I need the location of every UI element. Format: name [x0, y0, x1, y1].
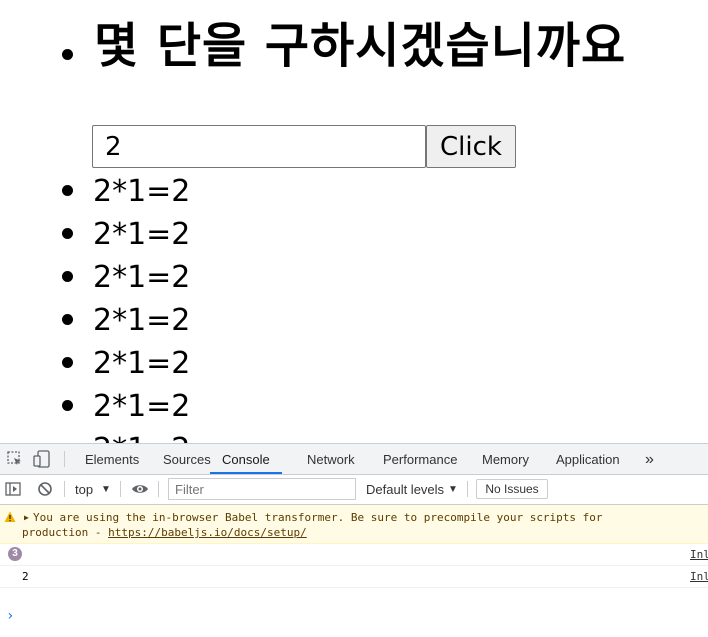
- list-bullet: [62, 228, 73, 239]
- page-viewport: 몇 단을 구하시겠습니까요 Click 2*1=2 2*1=2 2*1=2 2*…: [0, 0, 708, 443]
- clear-console-icon[interactable]: [36, 480, 54, 498]
- list-item-text: 2*1=2: [93, 428, 190, 443]
- list-item: 2*1=2: [62, 428, 462, 443]
- list-item: 2*1=2: [62, 213, 462, 256]
- tab-elements[interactable]: Elements: [85, 444, 139, 474]
- warning-icon: [4, 511, 16, 523]
- warning-prefix: production -: [22, 526, 109, 539]
- list-item-text: 2*1=2: [93, 260, 191, 295]
- toolbar-divider: [64, 481, 65, 497]
- list-item: 2*1=2: [62, 256, 462, 299]
- list-item: 2*1=2: [62, 342, 462, 385]
- sidebar-toggle-icon[interactable]: [4, 480, 22, 498]
- toolbar-divider: [158, 481, 159, 497]
- list-item-text: 2*1=2: [93, 174, 191, 209]
- toolbar-divider: [120, 481, 121, 497]
- log-value: 2: [22, 570, 29, 583]
- filter-input[interactable]: [168, 478, 356, 500]
- chevron-down-icon: ▼: [101, 484, 111, 495]
- console-log-message: 2 Inl: [0, 566, 708, 588]
- warning-text-line2: production - https://babeljs.io/docs/set…: [22, 525, 307, 540]
- list-item-text: 2*1=2: [93, 346, 191, 381]
- page-heading: 몇 단을 구하시겠습니까요: [94, 18, 627, 74]
- list-item-text: 2*1=2: [93, 389, 191, 424]
- console-group-message: 3 Inl: [0, 544, 708, 566]
- warning-text: You are using the in-browser Babel trans…: [33, 511, 603, 524]
- device-toolbar-icon[interactable]: [33, 450, 51, 468]
- tab-performance[interactable]: Performance: [383, 444, 457, 474]
- more-tabs-button[interactable]: »: [645, 444, 654, 474]
- list-item: 2*1=2: [62, 299, 462, 342]
- console-messages: ▶ You are using the in-browser Babel tra…: [0, 505, 708, 624]
- expand-triangle-icon[interactable]: ▶: [24, 513, 29, 522]
- list-item-text: 2*1=2: [93, 217, 191, 252]
- list-bullet: [62, 185, 73, 196]
- devtools-panel: Elements Sources Console Network Perform…: [0, 443, 708, 637]
- source-link[interactable]: Inl: [690, 570, 708, 583]
- context-selector[interactable]: top: [75, 482, 93, 497]
- inspect-element-icon[interactable]: [6, 450, 24, 468]
- toolbar-divider: [64, 451, 65, 467]
- list-item: 2*1=2: [62, 170, 462, 213]
- dan-input[interactable]: [92, 125, 426, 168]
- log-levels-dropdown[interactable]: Default levels: [366, 482, 444, 497]
- tab-application[interactable]: Application: [556, 444, 620, 474]
- devtools-tab-bar: Elements Sources Console Network Perform…: [0, 444, 708, 475]
- list-bullet: [62, 314, 73, 325]
- tab-memory[interactable]: Memory: [482, 444, 529, 474]
- tab-network[interactable]: Network: [307, 444, 355, 474]
- list-item: 2*1=2: [62, 385, 462, 428]
- repeat-count-badge: 3: [8, 547, 22, 561]
- console-toolbar: top ▼ Default levels ▼ No Issues: [0, 475, 708, 505]
- eye-icon[interactable]: [131, 480, 149, 498]
- tab-sources[interactable]: Sources: [163, 444, 211, 474]
- console-prompt-icon[interactable]: ›: [6, 608, 708, 624]
- heading-bullet: [62, 49, 73, 60]
- list-bullet: [62, 271, 73, 282]
- list-item-text: 2*1=2: [93, 303, 191, 338]
- issues-button[interactable]: No Issues: [476, 479, 548, 499]
- console-warning: ▶ You are using the in-browser Babel tra…: [0, 505, 708, 544]
- tab-console[interactable]: Console: [210, 444, 282, 474]
- chevron-down-icon: ▼: [448, 484, 458, 495]
- source-link[interactable]: Inl: [690, 548, 708, 561]
- toolbar-divider: [467, 481, 468, 497]
- list-bullet: [62, 357, 73, 368]
- list-bullet: [62, 400, 73, 411]
- click-button[interactable]: Click: [426, 125, 516, 168]
- babel-docs-link[interactable]: https://babeljs.io/docs/setup/: [108, 526, 307, 539]
